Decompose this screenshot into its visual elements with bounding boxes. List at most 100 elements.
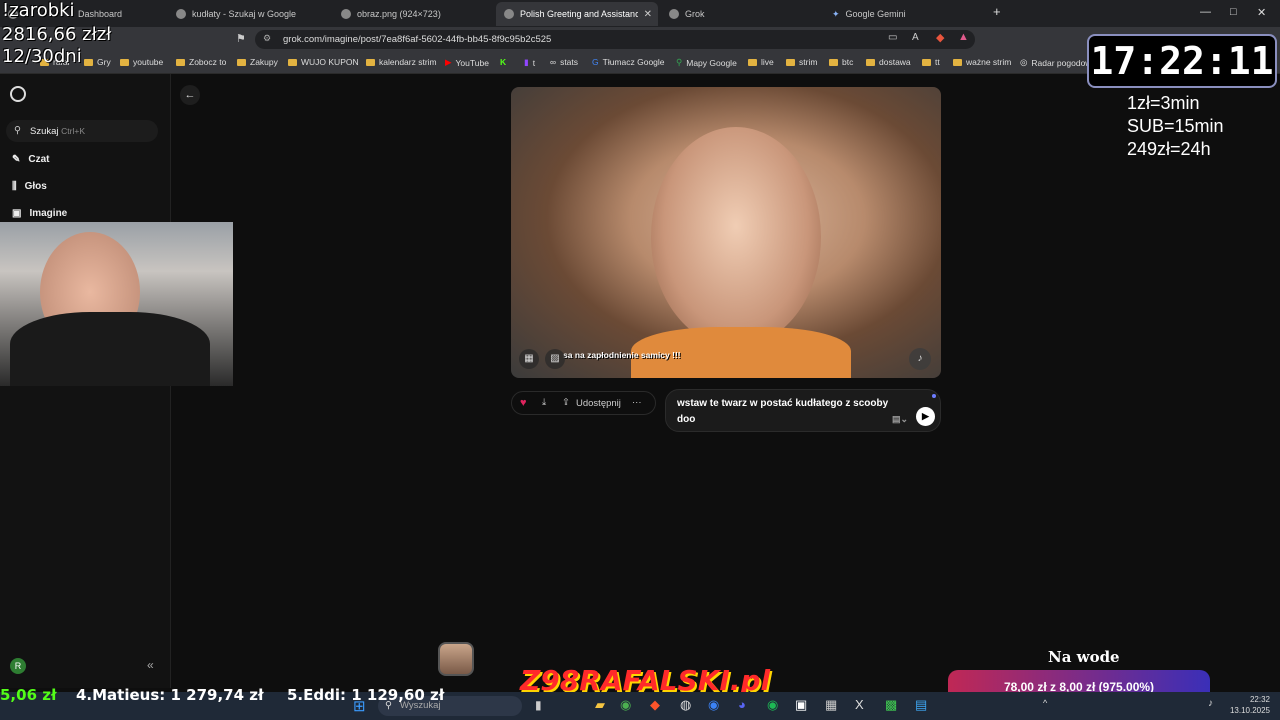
- rates-panel: 1zł=3min SUB=15min 249zł=24h: [1127, 92, 1224, 161]
- back-button[interactable]: ←: [180, 85, 200, 105]
- frame-icon[interactable]: ▦: [519, 349, 539, 369]
- volume-icon[interactable]: ♪: [909, 348, 931, 370]
- bookmark-item[interactable]: ⚲ Mapy Google: [676, 57, 737, 68]
- heart-icon[interactable]: ♥: [520, 397, 527, 409]
- bookmark-item[interactable]: ▮ t: [524, 57, 535, 68]
- bookmark-item[interactable]: strim: [786, 57, 817, 67]
- brave-icon[interactable]: ◆: [650, 697, 660, 713]
- site-info-icon[interactable]: ⚙: [263, 33, 271, 44]
- globe-icon: [341, 9, 351, 19]
- tab-grok[interactable]: Grok: [661, 2, 821, 26]
- tab-label: obraz.png (924×723): [357, 9, 441, 19]
- twitch-icon: ▮: [524, 57, 529, 67]
- calculator-icon[interactable]: ▦: [825, 697, 837, 713]
- bookmark-item[interactable]: btc: [829, 57, 853, 67]
- bookmark-item[interactable]: tt: [922, 57, 940, 67]
- folder-icon: [288, 58, 297, 66]
- address-input[interactable]: grok.com/imagine/post/7ea8f6af-5602-44fb…: [255, 30, 975, 49]
- search-icon: ⚲: [14, 125, 21, 136]
- volume-icon[interactable]: ♪: [1208, 698, 1213, 709]
- bookmark-item[interactable]: WUJO KUPON: [288, 57, 359, 67]
- new-tab-button[interactable]: +: [993, 4, 1001, 19]
- bookmark-icon[interactable]: ⚑: [236, 32, 246, 45]
- tab-gemini[interactable]: ✦ Google Gemini: [824, 2, 984, 26]
- sidebar-item-imagine[interactable]: ▣ Imagine: [12, 208, 67, 219]
- cast-icon[interactable]: ▭: [888, 32, 897, 43]
- bookmark-item[interactable]: Zakupy: [237, 57, 278, 67]
- ticker-item: 5,06 zł: [0, 686, 57, 704]
- tab-google-search[interactable]: kudłaty - Szukaj w Google: [168, 2, 328, 26]
- tab-image[interactable]: obraz.png (924×723): [333, 2, 493, 26]
- tab-polish-greeting[interactable]: Polish Greeting and Assistance ✕: [496, 2, 658, 26]
- bookmark-item[interactable]: kalendarz strim: [366, 57, 437, 67]
- bookmark-item[interactable]: ▶ YouTube: [445, 57, 489, 68]
- chrome-icon[interactable]: ◉: [620, 697, 631, 713]
- tab-label: Polish Greeting and Assistance: [520, 9, 638, 19]
- share-button[interactable]: Udostępnij: [576, 398, 621, 409]
- bookmark-item[interactable]: live: [748, 57, 774, 67]
- waveform-icon: ⫼: [12, 181, 17, 192]
- more-options-button[interactable]: ···: [632, 397, 642, 408]
- sidebar-item-chat[interactable]: ✎ Czat: [12, 154, 50, 165]
- taskview-icon[interactable]: ▮: [535, 698, 542, 712]
- play-button[interactable]: ▶: [916, 407, 935, 426]
- spotify-icon[interactable]: ◉: [767, 697, 778, 713]
- face-image: [651, 127, 821, 347]
- translate-icon[interactable]: A: [912, 32, 919, 43]
- discord-icon[interactable]: ◕: [738, 697, 746, 712]
- bookmark-item[interactable]: K: [500, 57, 506, 67]
- avatar[interactable]: R: [10, 658, 26, 674]
- days-counter: 12/30dni: [2, 46, 82, 67]
- model-select-icon[interactable]: ▤⌄: [892, 411, 908, 427]
- image-icon[interactable]: ▨: [545, 349, 565, 369]
- folder-icon: [953, 58, 962, 66]
- folder-icon: [866, 58, 875, 66]
- app-icon[interactable]: ▤: [915, 697, 927, 713]
- rate-line: SUB=15min: [1127, 116, 1224, 136]
- sidebar-item-voice[interactable]: ⫼ Głos: [12, 181, 47, 192]
- folder-icon: [922, 58, 931, 66]
- webcam-feed: [0, 222, 233, 386]
- x-icon[interactable]: X: [855, 697, 864, 712]
- tray-chevron-icon[interactable]: ^: [1043, 698, 1047, 708]
- grok-icon: [504, 9, 514, 19]
- bookmark-item[interactable]: Zobocz to: [176, 57, 226, 67]
- grok-logo-icon[interactable]: [10, 86, 26, 102]
- bookmark-item[interactable]: ∞ stats: [550, 57, 578, 67]
- earnings-amount: 2816,66 złzł: [2, 24, 112, 45]
- folder-icon: [786, 58, 795, 66]
- folder-icon: [120, 58, 129, 66]
- sidebar-search[interactable]: ⚲ Szukaj Ctrl+K: [6, 120, 158, 142]
- earnings-title: !zarobki: [2, 0, 75, 21]
- translate-icon: G: [592, 57, 599, 67]
- google-icon: [176, 9, 186, 19]
- bookmark-item[interactable]: ważne strim: [953, 57, 1011, 67]
- bookmark-item[interactable]: Gry: [84, 57, 111, 67]
- bookmark-item[interactable]: ◎ Radar pogodowy: [1020, 57, 1096, 68]
- maximize-icon[interactable]: □: [1230, 6, 1237, 18]
- folder-icon: [366, 58, 375, 66]
- collapse-sidebar-icon[interactable]: «: [147, 658, 154, 672]
- bookmark-item[interactable]: G Tłumacz Google: [592, 57, 665, 67]
- close-tab-icon[interactable]: ✕: [644, 9, 652, 20]
- app-icon[interactable]: ▣: [795, 697, 807, 713]
- download-icon[interactable]: ⤓: [542, 397, 546, 408]
- brave-rewards-icon[interactable]: ▲: [958, 31, 969, 43]
- close-window-icon[interactable]: ✕: [1257, 6, 1266, 19]
- brave-shield-icon[interactable]: ◆: [936, 31, 944, 44]
- video-caption: sa na zapłodnienie samicy !!!: [563, 350, 681, 360]
- bookmark-item[interactable]: youtube: [120, 57, 163, 67]
- gemini-icon: ✦: [832, 8, 840, 19]
- obs-icon[interactable]: ◍: [680, 697, 691, 713]
- bookmark-item[interactable]: dostawa: [866, 57, 911, 67]
- minimize-icon[interactable]: —: [1200, 6, 1211, 18]
- prompt-input[interactable]: wstaw te twarz w postać kudłatego z scoo…: [665, 389, 941, 432]
- rate-line: 249zł=24h: [1127, 139, 1211, 159]
- explorer-icon[interactable]: ▰: [595, 697, 605, 713]
- taskbar-clock[interactable]: 22:32 13.10.2025: [1228, 694, 1270, 716]
- app-icon[interactable]: ▩: [885, 697, 897, 713]
- generated-video[interactable]: sa na zapłodnienie samicy !!! ▦ ▨ ♪: [511, 87, 941, 378]
- app-icon[interactable]: ◉: [708, 697, 719, 713]
- maps-icon: ⚲: [676, 57, 683, 67]
- tab-label: kudłaty - Szukaj w Google: [192, 9, 297, 19]
